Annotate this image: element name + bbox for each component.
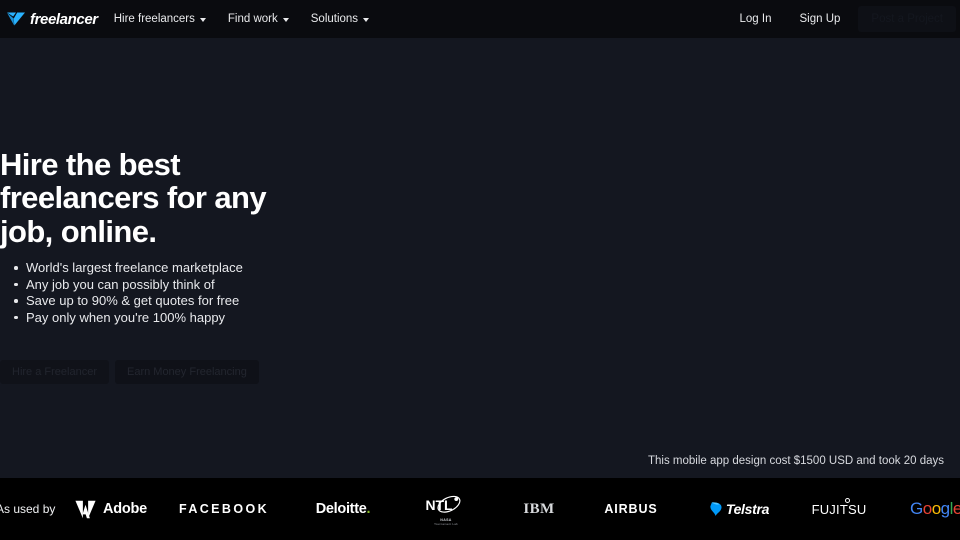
hire-a-freelancer-button[interactable]: Hire a Freelancer [0,360,109,384]
hero-image-caption: This mobile app design cost $1500 USD an… [648,455,944,467]
hero-cta-group: Hire a Freelancer Earn Money Freelancing [0,360,259,384]
facebook-wordmark-icon: FACEBOOK [178,502,270,516]
telstra-logo-icon [709,501,724,517]
primary-nav-links: Hire freelancers Find work Solutions [114,13,370,25]
list-item: Save up to 90% & get quotes for free [12,293,243,309]
nav-item-solutions-label: Solutions [310,13,359,25]
nav-item-solutions[interactable]: Solutions [310,13,370,25]
nasa-tournament-lab-label: Tournament Lab [434,521,458,526]
brand-logo-facebook: FACEBOOK [178,478,270,540]
brand-logo-airbus: AIRBUS [596,478,666,540]
hero-benefits-list: World's largest freelance marketplace An… [12,260,243,326]
deloitte-label: Deloitte [315,501,367,517]
airbus-wordmark-icon: AIRBUS [604,502,658,516]
top-navigation-bar: freelancer Hire freelancers Find work So… [0,0,960,38]
freelancer-logo[interactable]: freelancer [6,0,98,38]
deloitte-wordmark-icon: Deloitte. [316,501,371,517]
list-item: Any job you can possibly think of [12,277,243,293]
nav-item-find-work[interactable]: Find work [228,13,289,25]
as-used-by-label: As used by [0,502,56,516]
page-title: Hire the best freelancers for any job, o… [0,147,267,249]
brand-logo-google: Google [910,478,960,540]
fujitsu-wordmark-icon: FUJITSU [811,497,867,517]
chevron-down-icon [199,18,206,22]
brand-logo-adobe: Adobe [66,478,156,540]
google-wordmark-icon: Google [910,499,960,518]
deloitte-dot: . [366,501,371,517]
fujitsu-label: FUJITSU [811,501,867,517]
ibm-wordmark-icon: IBM [523,500,555,517]
telstra-wordmark: Telstra [725,501,770,517]
nav-item-hire-freelancers-label: Hire freelancers [113,13,195,25]
brand-logo-nasa-ntl: NTL NASA Tournament Lab [420,478,472,540]
nav-item-find-work-label: Find work [227,13,278,25]
signup-link[interactable]: Sign Up [785,13,854,25]
list-item: World's largest freelance marketplace [12,260,243,276]
earn-money-freelancing-button[interactable]: Earn Money Freelancing [114,360,259,384]
brand-logo-telstra: Telstra [700,478,778,540]
freelancer-wordmark: freelancer [30,10,98,28]
adobe-wordmark: Adobe [102,501,148,517]
list-item: Pay only when you're 100% happy [12,310,243,326]
nav-item-hire-freelancers[interactable]: Hire freelancers [114,13,206,25]
fujitsu-circle-icon [844,497,850,503]
nav-actions: Log In Sign Up Post a Project [726,0,960,38]
chevron-down-icon [363,18,370,22]
brand-logo-ibm: IBM [508,478,570,540]
login-link[interactable]: Log In [726,13,786,25]
freelancer-bird-icon [6,10,26,28]
post-a-project-button[interactable]: Post a Project [858,6,956,32]
nasa-ntl-logo-icon: NTL NASA Tournament Lab [424,493,468,526]
as-used-by-logo-bar: As used by Adobe FACEBOOK Deloitte. NTL … [0,478,960,540]
brand-logo-fujitsu: FUJITSU [806,478,872,540]
hero-section: Hire the best freelancers for any job, o… [0,38,960,478]
brand-logo-deloitte: Deloitte. [304,478,382,540]
chevron-down-icon [282,18,289,22]
page-root: freelancer Hire freelancers Find work So… [0,0,960,540]
adobe-logo-icon [75,500,96,519]
